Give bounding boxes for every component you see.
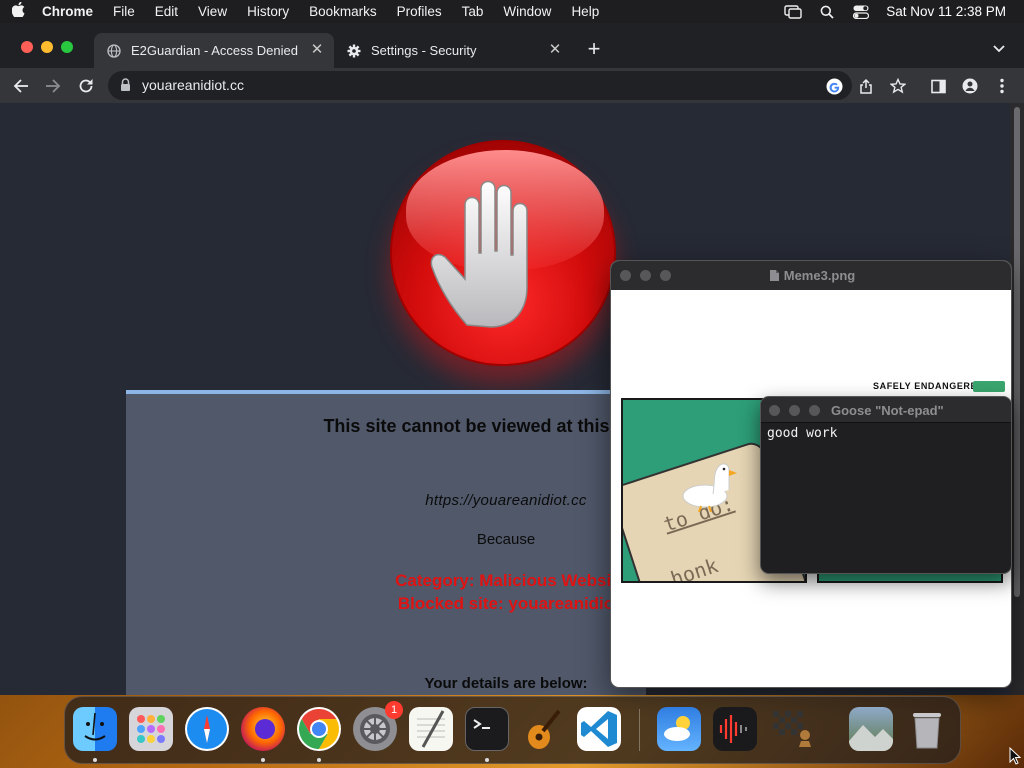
gear-icon	[346, 43, 362, 59]
menu-bookmarks[interactable]: Bookmarks	[299, 4, 387, 19]
window-title: Meme3.png	[783, 268, 856, 283]
safari-icon[interactable]	[185, 707, 229, 751]
zoom-window-button[interactable]	[809, 405, 820, 416]
garageband-icon[interactable]	[521, 707, 565, 751]
firefox-icon[interactable]	[241, 707, 285, 751]
window-titlebar[interactable]: Goose "Not-epad"	[761, 397, 1011, 423]
notepad-text[interactable]: good work	[767, 426, 837, 441]
bookmark-star-icon[interactable]	[886, 74, 910, 98]
meme-brand-label: SAFELY ENDANGERED	[873, 381, 985, 391]
google-lens-icon[interactable]	[824, 76, 844, 96]
menu-view[interactable]: View	[188, 4, 237, 19]
tab-title: Settings - Security	[371, 43, 477, 58]
goose-icon	[679, 460, 739, 517]
access-denied-panel: This site cannot be viewed at this time,…	[126, 390, 689, 695]
menu-file[interactable]: File	[103, 4, 145, 19]
share-icon[interactable]	[854, 74, 878, 98]
document-icon	[769, 269, 780, 285]
honk-text: honk	[667, 553, 721, 583]
menu-bar: Chrome File Edit View History Bookmarks …	[0, 0, 1024, 23]
dock: 1	[64, 696, 961, 764]
menu-app-name[interactable]: Chrome	[36, 4, 103, 19]
globe-icon	[106, 43, 122, 59]
back-button[interactable]	[9, 74, 33, 98]
close-tab-icon[interactable]: ✕	[310, 42, 324, 57]
mouse-cursor-icon	[1009, 746, 1022, 768]
window-title: Goose "Not-epad"	[831, 403, 944, 418]
goose-notepad-window: Goose "Not-epad" good work	[760, 396, 1012, 574]
control-center-icon[interactable]	[844, 5, 878, 19]
spotlight-search-icon[interactable]	[810, 5, 844, 19]
new-tab-button[interactable]: +	[582, 38, 606, 62]
window-titlebar[interactable]: Meme3.png	[611, 261, 1011, 290]
close-window-button[interactable]	[769, 405, 780, 416]
scrollbar-thumb[interactable]	[1014, 107, 1020, 597]
page-scrollbar[interactable]	[1010, 103, 1024, 695]
vscode-icon[interactable]	[577, 707, 621, 751]
side-panel-icon[interactable]	[926, 74, 950, 98]
tab-strip: E2Guardian - Access Denied ✕ Settings - …	[0, 23, 1024, 68]
tab-title: E2Guardian - Access Denied	[131, 43, 298, 58]
menu-window[interactable]: Window	[493, 4, 561, 19]
dock-separator	[639, 709, 640, 751]
menu-profiles[interactable]: Profiles	[387, 4, 452, 19]
launchpad-icon[interactable]	[129, 707, 173, 751]
forward-button[interactable]	[41, 74, 65, 98]
menu-edit[interactable]: Edit	[145, 4, 188, 19]
tab-e2guardian[interactable]: E2Guardian - Access Denied ✕	[94, 33, 334, 68]
address-bar[interactable]: youareanidiot.cc	[108, 71, 852, 100]
browser-toolbar: youareanidiot.cc	[0, 68, 1024, 103]
reload-button[interactable]	[74, 74, 98, 98]
chrome-menu-icon[interactable]	[990, 74, 1014, 98]
photos-icon[interactable]	[849, 707, 893, 751]
chevron-down-icon[interactable]	[992, 41, 1012, 57]
url-text[interactable]: youareanidiot.cc	[142, 77, 244, 93]
weather-icon[interactable]	[657, 707, 701, 751]
textedit-icon[interactable]	[409, 707, 453, 751]
minimize-window-button[interactable]	[41, 41, 53, 53]
screen-mirroring-icon[interactable]	[776, 4, 810, 19]
profile-avatar-icon[interactable]	[958, 74, 982, 98]
apple-menu-icon[interactable]	[0, 1, 36, 21]
minimize-window-button[interactable]	[789, 405, 800, 416]
menu-tab[interactable]: Tab	[452, 4, 494, 19]
finder-icon[interactable]	[73, 707, 117, 751]
terminal-icon[interactable]	[465, 707, 509, 751]
menu-bar-clock[interactable]: Sat Nov 11 2:38 PM	[878, 4, 1024, 19]
chrome-icon[interactable]	[297, 707, 341, 751]
chess-icon[interactable]	[769, 707, 813, 751]
zoom-window-button[interactable]	[61, 41, 73, 53]
tab-settings-security[interactable]: Settings - Security ✕	[334, 33, 572, 68]
stop-hand-icon	[390, 140, 616, 366]
menu-help[interactable]: Help	[561, 4, 609, 19]
close-tab-icon[interactable]: ✕	[548, 42, 562, 57]
meme-brand-badge	[973, 381, 1005, 392]
trash-icon[interactable]	[905, 707, 949, 751]
lock-icon[interactable]	[120, 78, 131, 97]
voice-memos-icon[interactable]	[713, 707, 757, 751]
close-window-button[interactable]	[21, 41, 33, 53]
notification-badge: 1	[385, 701, 403, 719]
menu-history[interactable]: History	[237, 4, 299, 19]
